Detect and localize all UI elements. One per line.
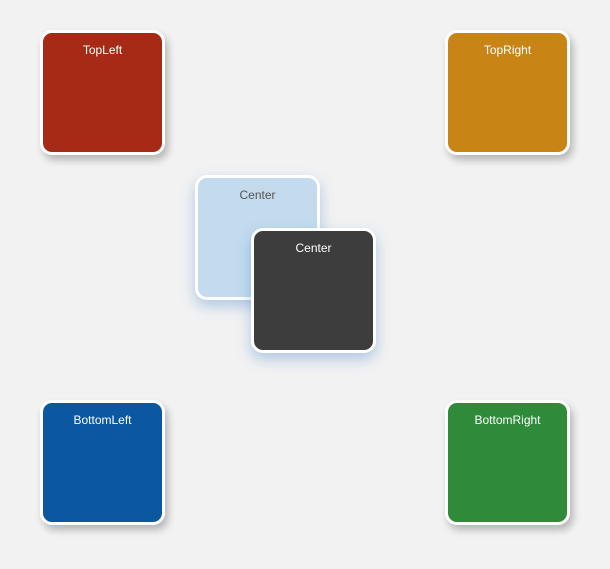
- tile-bottom-right: BottomRight: [445, 400, 570, 525]
- tile-bottom-left: BottomLeft: [40, 400, 165, 525]
- tile-top-left: TopLeft: [40, 30, 165, 155]
- tile-center-front: Center: [251, 228, 376, 353]
- tile-top-right: TopRight: [445, 30, 570, 155]
